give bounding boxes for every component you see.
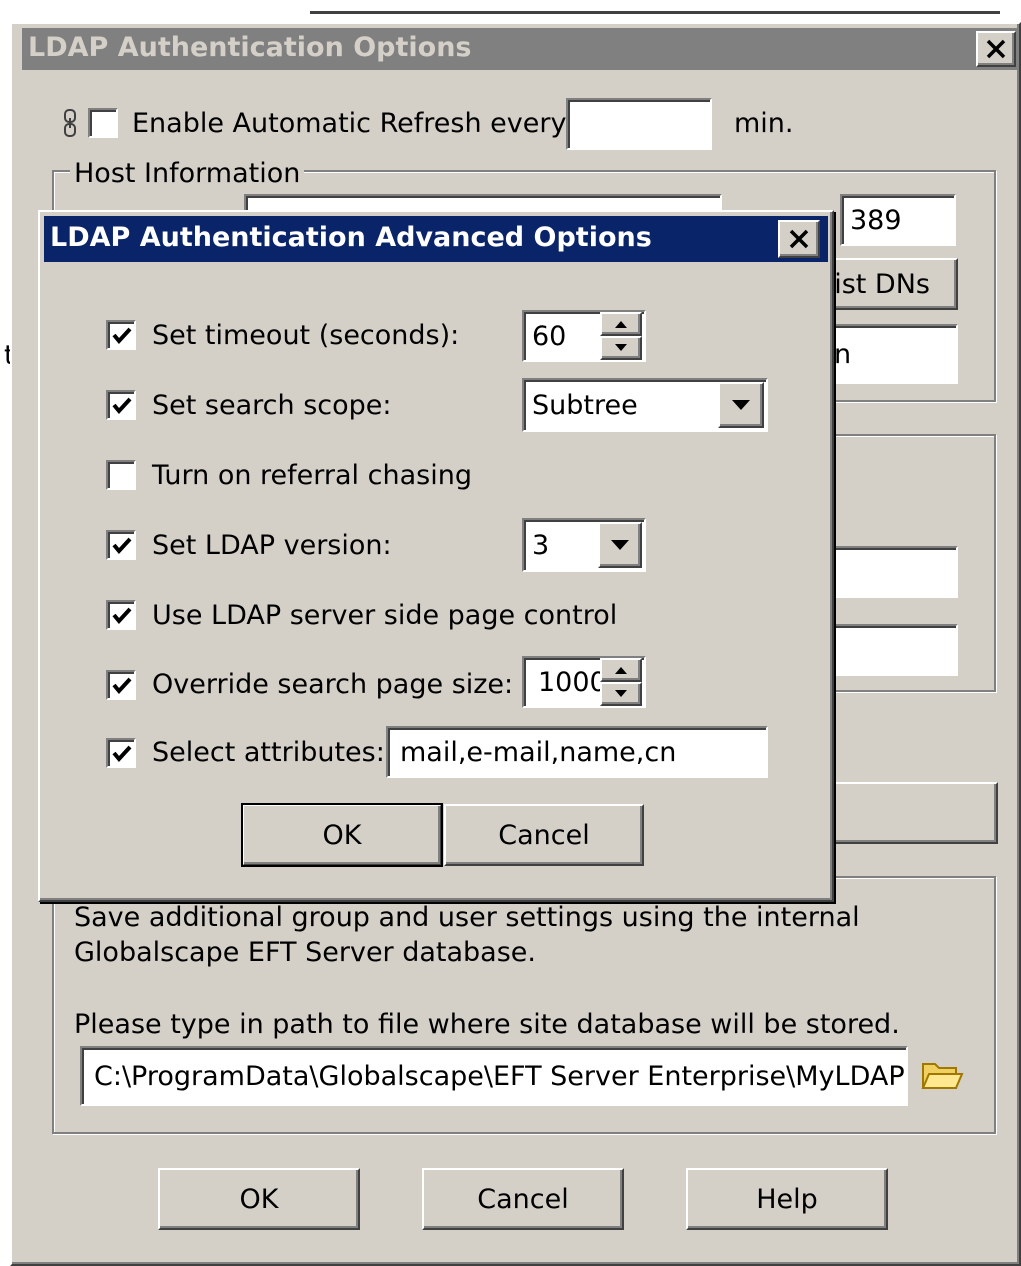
outer-ok-button[interactable]: OK bbox=[158, 1168, 360, 1230]
outer-help-label: Help bbox=[756, 1183, 818, 1215]
timeout-checkbox[interactable] bbox=[106, 320, 136, 350]
outer-help-button[interactable]: Help bbox=[686, 1168, 888, 1230]
page-control-label: Use LDAP server side page control bbox=[152, 600, 618, 631]
scope-label: Set search scope: bbox=[152, 390, 392, 421]
database-path-prompt: Please type in path to file where site d… bbox=[74, 1009, 900, 1040]
checkmark-icon bbox=[112, 677, 132, 695]
spin-down-button[interactable] bbox=[600, 336, 642, 360]
spin-down-button[interactable] bbox=[600, 682, 642, 706]
advanced-options-titlebar[interactable]: LDAP Authentication Advanced Options bbox=[44, 216, 828, 262]
enable-refresh-checkbox[interactable] bbox=[88, 108, 118, 138]
spin-up-button[interactable] bbox=[600, 658, 642, 682]
enable-refresh-label: Enable Automatic Refresh every bbox=[132, 108, 567, 139]
close-icon bbox=[789, 229, 809, 249]
ldap-options-titlebar[interactable]: LDAP Authentication Options bbox=[22, 28, 1018, 70]
attributes-checkbox[interactable] bbox=[106, 738, 136, 768]
database-description-line1: Save additional group and user settings … bbox=[74, 902, 860, 933]
version-dropdown-button[interactable] bbox=[598, 522, 642, 568]
version-checkbox[interactable] bbox=[106, 530, 136, 560]
outer-cancel-button[interactable]: Cancel bbox=[422, 1168, 624, 1230]
chevron-down-icon bbox=[732, 400, 750, 410]
page-size-spinner[interactable] bbox=[600, 658, 642, 706]
link-icon bbox=[62, 108, 78, 138]
close-icon bbox=[986, 39, 1006, 59]
chevron-down-icon bbox=[611, 540, 629, 550]
port-input[interactable]: 389 bbox=[840, 194, 956, 246]
database-description-line2: Globalscape EFT Server database. bbox=[74, 937, 536, 968]
scope-checkbox[interactable] bbox=[106, 390, 136, 420]
outer-close-button[interactable] bbox=[976, 31, 1016, 67]
advanced-ok-button[interactable]: OK bbox=[241, 803, 443, 867]
arrow-down-icon bbox=[615, 690, 627, 697]
outer-cancel-label: Cancel bbox=[477, 1183, 569, 1215]
refresh-interval-input[interactable] bbox=[566, 98, 712, 150]
base-dn-fragment: n bbox=[834, 338, 852, 370]
checkmark-icon bbox=[112, 537, 132, 555]
outer-ok-label: OK bbox=[239, 1183, 279, 1215]
referral-label: Turn on referral chasing bbox=[152, 460, 472, 491]
page-control-checkbox[interactable] bbox=[106, 600, 136, 630]
checkmark-icon bbox=[112, 745, 132, 763]
attributes-input[interactable]: mail,e-mail,name,cn bbox=[386, 726, 768, 778]
checkmark-icon bbox=[112, 327, 132, 345]
scope-dropdown-button[interactable] bbox=[718, 382, 764, 428]
attributes-label: Select attributes: bbox=[152, 737, 385, 768]
arrow-up-icon bbox=[615, 667, 627, 674]
background-window-edge bbox=[310, 0, 1000, 14]
advanced-options-title: LDAP Authentication Advanced Options bbox=[50, 222, 652, 253]
arrow-down-icon bbox=[615, 344, 627, 351]
timeout-label: Set timeout (seconds): bbox=[152, 320, 460, 351]
database-path-input[interactable]: C:\ProgramData\Globalscape\EFT Server En… bbox=[80, 1046, 908, 1106]
scope-value: Subtree bbox=[532, 389, 638, 421]
version-label: Set LDAP version: bbox=[152, 530, 392, 561]
host-information-label: Host Information bbox=[70, 156, 305, 192]
advanced-cancel-button[interactable]: Cancel bbox=[444, 804, 644, 866]
timeout-spinner[interactable] bbox=[600, 312, 642, 360]
ldap-options-title: LDAP Authentication Options bbox=[28, 32, 472, 63]
page-size-label: Override search page size: bbox=[152, 669, 514, 700]
checkmark-icon bbox=[112, 397, 132, 415]
advanced-cancel-label: Cancel bbox=[498, 819, 590, 851]
arrow-up-icon bbox=[615, 321, 627, 328]
checkmark-icon bbox=[112, 607, 132, 625]
version-value: 3 bbox=[532, 529, 550, 561]
refresh-unit-label: min. bbox=[734, 108, 794, 139]
folder-icon[interactable] bbox=[920, 1056, 964, 1096]
advanced-close-button[interactable] bbox=[778, 220, 820, 258]
referral-checkbox[interactable] bbox=[106, 460, 136, 490]
list-dns-label: List DNs bbox=[819, 268, 930, 300]
page-size-checkbox[interactable] bbox=[106, 670, 136, 700]
advanced-ok-label: OK bbox=[322, 819, 362, 851]
spin-up-button[interactable] bbox=[600, 312, 642, 336]
